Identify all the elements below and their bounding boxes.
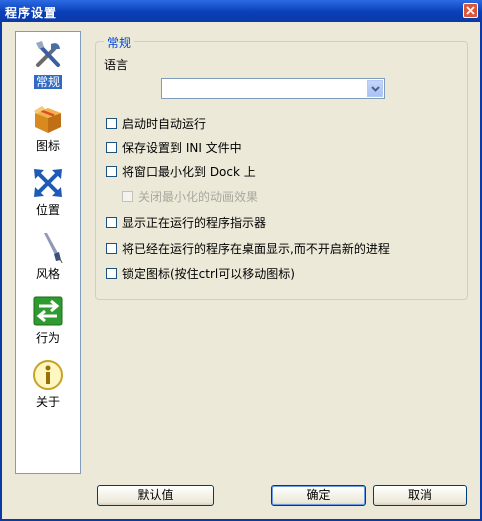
option-label: 将窗口最小化到 Dock 上 bbox=[122, 164, 256, 179]
info-icon bbox=[33, 360, 63, 390]
move-arrows-icon bbox=[34, 169, 62, 197]
option-label: 保存设置到 INI 文件中 bbox=[122, 140, 242, 155]
sidebar-item-general[interactable]: 常规 bbox=[16, 35, 80, 95]
option-label: 关闭最小化的动画效果 bbox=[138, 189, 259, 204]
defaults-button[interactable]: 默认值 bbox=[97, 485, 214, 506]
chevron-down-icon bbox=[370, 85, 380, 92]
language-select[interactable] bbox=[161, 78, 385, 99]
close-button[interactable] bbox=[463, 3, 478, 18]
dropdown-button[interactable] bbox=[367, 80, 383, 97]
option-label: 锁定图标(按住ctrl可以移动图标) bbox=[122, 266, 295, 281]
option-disable-minimize-animation: 关闭最小化的动画效果 bbox=[122, 188, 258, 204]
exchange-arrows-icon bbox=[33, 296, 63, 326]
option-lock-icons[interactable]: 锁定图标(按住ctrl可以移动图标) bbox=[106, 265, 295, 281]
checkbox[interactable] bbox=[106, 267, 117, 279]
sidebar-item-label: 行为 bbox=[35, 331, 60, 345]
sidebar-item-style[interactable]: 风格 bbox=[16, 227, 80, 287]
group-title: 常规 bbox=[104, 34, 135, 51]
option-show-running-indicator[interactable]: 显示正在运行的程序指示器 bbox=[106, 214, 266, 230]
checkbox[interactable] bbox=[106, 141, 117, 153]
checkbox[interactable] bbox=[106, 165, 117, 177]
ok-button[interactable]: 确定 bbox=[271, 485, 366, 506]
checkbox bbox=[122, 190, 133, 202]
sidebar-item-label: 常规 bbox=[33, 75, 62, 89]
option-label: 显示正在运行的程序指示器 bbox=[122, 215, 267, 230]
sidebar-item-icons[interactable]: 图标 bbox=[16, 99, 80, 159]
box-icon bbox=[34, 106, 61, 133]
category-sidebar: 常规 图标 位置 风格 行为 关于 bbox=[15, 31, 81, 474]
sidebar-item-label: 风格 bbox=[35, 267, 60, 281]
window-title: 程序设置 bbox=[5, 6, 58, 20]
checkbox[interactable] bbox=[106, 242, 117, 254]
checkbox[interactable] bbox=[106, 117, 117, 129]
option-label: 启动时自动运行 bbox=[122, 116, 207, 131]
option-save-ini[interactable]: 保存设置到 INI 文件中 bbox=[106, 139, 242, 155]
tools-icon bbox=[36, 41, 60, 67]
option-show-running-on-desktop[interactable]: 将已经在运行的程序在桌面显示,而不开启新的进程 bbox=[106, 240, 390, 256]
close-icon bbox=[466, 6, 475, 15]
option-autostart[interactable]: 启动时自动运行 bbox=[106, 115, 206, 131]
title-bar[interactable]: 程序设置 bbox=[0, 0, 482, 22]
sidebar-item-label: 关于 bbox=[35, 395, 60, 409]
option-minimize-to-dock[interactable]: 将窗口最小化到 Dock 上 bbox=[106, 163, 256, 179]
sidebar-item-behavior[interactable]: 行为 bbox=[16, 291, 80, 351]
sidebar-item-label: 图标 bbox=[35, 139, 60, 153]
sidebar-item-label: 位置 bbox=[35, 203, 60, 217]
option-label: 将已经在运行的程序在桌面显示,而不开启新的进程 bbox=[122, 241, 390, 256]
sidebar-item-position[interactable]: 位置 bbox=[16, 163, 80, 223]
checkbox[interactable] bbox=[106, 216, 117, 228]
brush-icon bbox=[44, 233, 63, 264]
cancel-button[interactable]: 取消 bbox=[373, 485, 467, 506]
language-label: 语言 bbox=[104, 58, 129, 72]
sidebar-item-about[interactable]: 关于 bbox=[16, 355, 80, 415]
